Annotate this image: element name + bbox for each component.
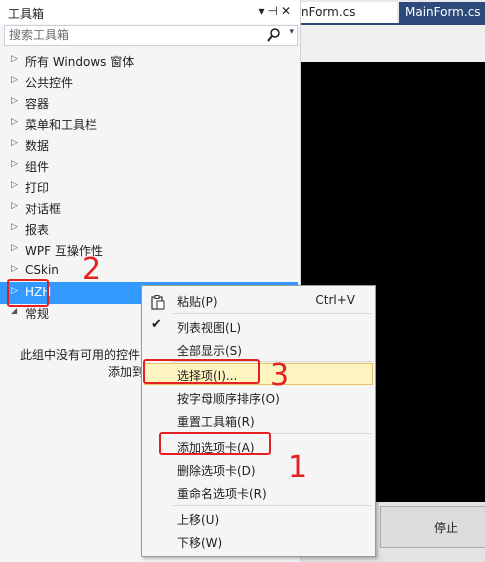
- expand-arrow-icon: ▷: [11, 117, 18, 127]
- menu-item-label: 下移(W): [177, 536, 223, 550]
- menu-separator: [172, 505, 372, 506]
- group-label: 所有 Windows 窗体: [25, 55, 135, 69]
- toolbox-group-all-windows-forms[interactable]: ▷ 所有 Windows 窗体: [0, 50, 298, 71]
- expand-arrow-icon: ▷: [11, 54, 18, 64]
- toolbox-group-wpf-interop[interactable]: ▷ WPF 互操作性: [0, 239, 298, 260]
- toolbox-group-common-controls[interactable]: ▷ 公共控件: [0, 71, 298, 92]
- toolbox-window-controls: ▾⊣✕: [258, 4, 294, 18]
- annotation-number: 1: [288, 450, 308, 485]
- menu-item-delete-tab[interactable]: 删除选项卡(D): [144, 458, 373, 480]
- empty-group-message: 此组中没有可用的控件: [20, 348, 141, 362]
- group-label: 打印: [25, 181, 50, 195]
- group-label: CSkin: [25, 263, 59, 277]
- menu-item-move-down[interactable]: 下移(W): [144, 530, 373, 552]
- group-label: 对话框: [25, 202, 62, 216]
- menu-item-label: 重命名选项卡(R): [177, 487, 267, 501]
- menu-item-show-all[interactable]: 全部显示(S): [144, 338, 373, 360]
- tab-label: nForm.cs: [301, 5, 356, 19]
- toolbox-group-cskin[interactable]: ▷ CSkin: [0, 260, 298, 281]
- collapse-arrow-icon: ◢: [11, 306, 18, 315]
- group-label: 数据: [25, 139, 50, 153]
- tab-mainform[interactable]: MainForm.cs: [399, 2, 485, 23]
- toolbox-group-menus-toolbars[interactable]: ▷ 菜单和工具栏: [0, 113, 298, 134]
- expand-arrow-icon: ▷: [11, 201, 18, 211]
- paste-icon: [151, 295, 165, 310]
- expand-arrow-icon: ▷: [11, 264, 18, 274]
- toolbox-group-data[interactable]: ▷ 数据: [0, 134, 298, 155]
- menu-item-label: 列表视图(L): [177, 321, 242, 335]
- search-icon[interactable]: [267, 27, 281, 43]
- form-surface: [301, 25, 485, 62]
- expand-arrow-icon: ▷: [11, 96, 18, 106]
- tab-label: MainForm.cs: [405, 5, 481, 19]
- menu-item-label: 按字母顺序排序(O): [177, 392, 280, 406]
- expand-arrow-icon: ▷: [11, 243, 18, 253]
- stop-button-label: 停止: [434, 521, 459, 535]
- check-icon: ✔: [151, 317, 162, 332]
- search-dropdown-icon[interactable]: ▾: [289, 27, 294, 37]
- annotation-box-add-tab: [159, 432, 271, 455]
- toolbox-group-containers[interactable]: ▷ 容器: [0, 92, 298, 113]
- toolbox-header: 工具箱 ▾⊣✕: [0, 0, 300, 24]
- annotation-number: 2: [82, 252, 102, 287]
- expand-arrow-icon: ▷: [11, 75, 18, 85]
- group-label: 报表: [25, 223, 50, 237]
- group-label: 常规: [25, 307, 50, 321]
- toolbox-group-components[interactable]: ▷ 组件: [0, 155, 298, 176]
- empty-group-message-line2: 添加到: [108, 365, 145, 379]
- toolbox-group-dialogs[interactable]: ▷ 对话框: [0, 197, 298, 218]
- toolbox-search: ▾: [4, 25, 298, 46]
- expand-arrow-icon: ▷: [11, 222, 18, 232]
- tab-form[interactable]: nForm.cs: [301, 2, 397, 23]
- menu-separator: [172, 313, 372, 314]
- annotation-box-hzh: [7, 279, 49, 307]
- group-label: 容器: [25, 97, 50, 111]
- menu-item-label: 重置工具箱(R): [177, 415, 255, 429]
- expand-arrow-icon: ▷: [11, 138, 18, 148]
- menu-item-label: 粘贴(P): [177, 295, 218, 309]
- close-icon[interactable]: ✕: [281, 4, 294, 18]
- toolbox-group-printing[interactable]: ▷ 打印: [0, 176, 298, 197]
- group-label: 组件: [25, 160, 50, 174]
- menu-item-label: 上移(U): [177, 513, 220, 527]
- menu-item-sort-alphabetically[interactable]: 按字母顺序排序(O): [144, 386, 373, 408]
- toolbox-group-reports[interactable]: ▷ 报表: [0, 218, 298, 239]
- menu-item-reset-toolbox[interactable]: 重置工具箱(R): [144, 409, 373, 431]
- expand-arrow-icon: ▷: [11, 159, 18, 169]
- expand-arrow-icon: ▷: [11, 180, 18, 190]
- menu-item-shortcut: Ctrl+V: [315, 293, 355, 307]
- pin-icon[interactable]: ⊣: [267, 4, 280, 18]
- menu-item-label: 全部显示(S): [177, 344, 242, 358]
- group-label: 菜单和工具栏: [25, 118, 98, 132]
- annotation-box-choose-items: [143, 359, 260, 384]
- group-label: 公共控件: [25, 76, 74, 90]
- menu-item-list-view[interactable]: ✔ 列表视图(L): [144, 315, 373, 337]
- annotation-number: 3: [270, 358, 290, 393]
- menu-item-paste[interactable]: 粘贴(P) Ctrl+V: [144, 289, 373, 311]
- menu-item-move-up[interactable]: 上移(U): [144, 507, 373, 529]
- search-input[interactable]: [9, 27, 249, 43]
- stop-button[interactable]: 停止: [380, 506, 485, 548]
- menu-item-label: 删除选项卡(D): [177, 464, 256, 478]
- toolbox-title: 工具箱: [8, 7, 45, 21]
- menu-item-rename-tab[interactable]: 重命名选项卡(R): [144, 481, 373, 503]
- context-menu: 粘贴(P) Ctrl+V ✔ 列表视图(L) 全部显示(S) 选择项(I)...…: [141, 285, 376, 557]
